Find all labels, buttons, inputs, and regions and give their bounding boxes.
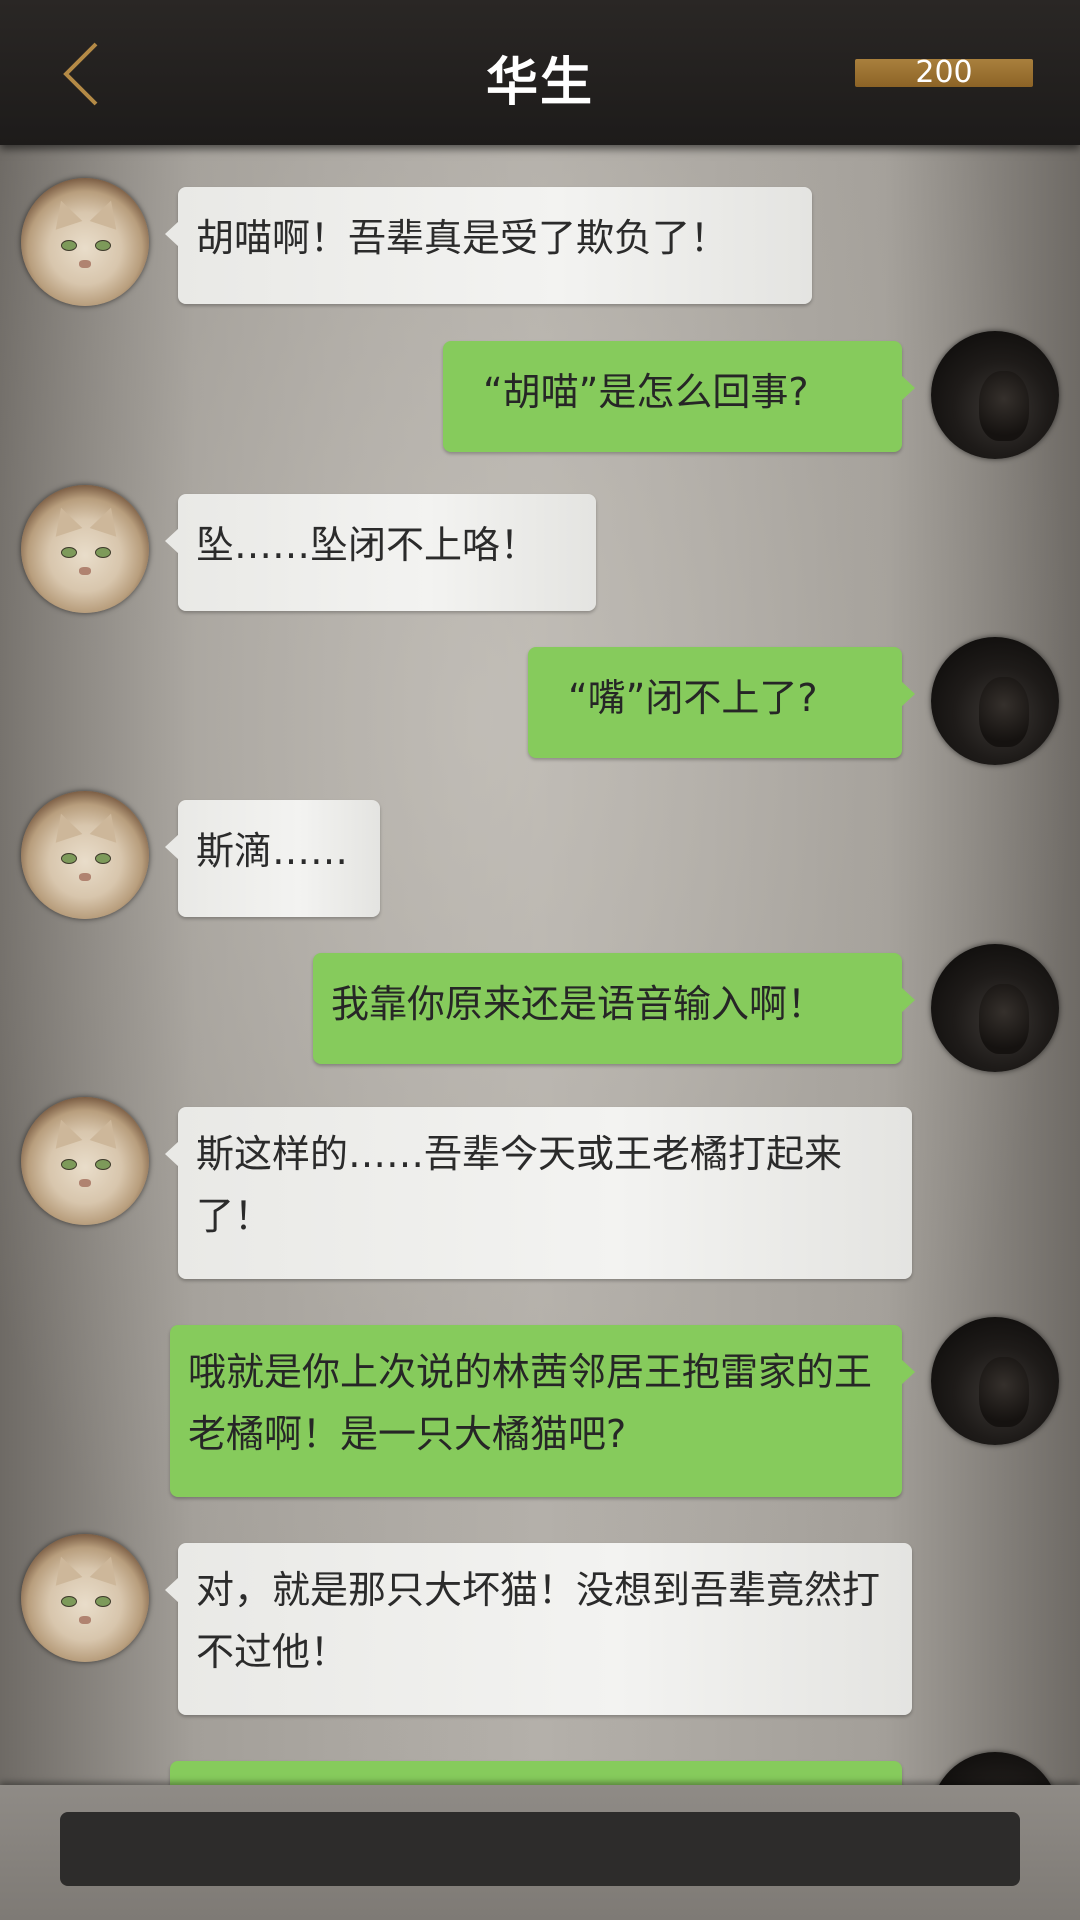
- message-input[interactable]: [60, 1812, 1020, 1886]
- user-avatar[interactable]: [931, 1752, 1059, 1785]
- incoming-message[interactable]: 斯滴……: [165, 800, 380, 917]
- message-text: 哦就是你上次说的林茜邻居王抱雷家的王老橘啊！是一只大橘猫吧?: [188, 1350, 873, 1456]
- message-text: “嘴”闭不上了?: [568, 676, 818, 720]
- message-text: 坠……坠闭不上咯！: [196, 523, 539, 567]
- contact-avatar[interactable]: [21, 485, 149, 613]
- user-avatar[interactable]: [931, 1317, 1059, 1445]
- message-text: 胡喵啊！吾辈真是受了欺负了！: [196, 216, 729, 260]
- top-bar: 华生 200: [0, 0, 1080, 145]
- message-text: 斯这样的……吾辈今天或王老橘打起来了！: [196, 1132, 843, 1238]
- user-avatar[interactable]: [931, 637, 1059, 765]
- message-text: 对，就是那只大坏猫！没想到吾辈竟然打不过他！: [196, 1568, 881, 1674]
- message-text: 我靠你原来还是语音输入啊！: [331, 982, 826, 1026]
- outgoing-message[interactable]: “胡喵”是怎么回事?: [443, 341, 915, 452]
- contact-avatar[interactable]: [21, 1534, 149, 1662]
- incoming-message[interactable]: 对，就是那只大坏猫！没想到吾辈竟然打不过他！: [165, 1543, 912, 1715]
- chat-area[interactable]: 胡喵啊！吾辈真是受了欺负了！ “胡喵”是怎么回事? 坠……坠闭不上咯！ “嘴”闭…: [0, 145, 1080, 1785]
- user-avatar[interactable]: [931, 331, 1059, 459]
- outgoing-message[interactable]: 我靠你原来还是语音输入啊！: [313, 953, 915, 1064]
- input-bar: [0, 1785, 1080, 1920]
- contact-avatar[interactable]: [21, 791, 149, 919]
- outgoing-message[interactable]: 哦就是你上次说的林茜邻居王抱雷家的王老橘啊！是一只大橘猫吧?: [170, 1325, 915, 1497]
- incoming-message[interactable]: 坠……坠闭不上咯！: [165, 494, 596, 611]
- message-text: 斯滴……: [196, 829, 349, 873]
- incoming-message[interactable]: 斯这样的……吾辈今天或王老橘打起来了！: [165, 1107, 912, 1279]
- user-avatar[interactable]: [931, 944, 1059, 1072]
- contact-avatar[interactable]: [21, 178, 149, 306]
- outgoing-message[interactable]: [170, 1761, 902, 1785]
- message-text: “胡喵”是怎么回事?: [483, 370, 809, 414]
- coin-counter: 200: [855, 58, 1033, 88]
- incoming-message[interactable]: 胡喵啊！吾辈真是受了欺负了！: [165, 187, 812, 304]
- contact-avatar[interactable]: [21, 1097, 149, 1225]
- outgoing-message[interactable]: “嘴”闭不上了?: [528, 647, 915, 758]
